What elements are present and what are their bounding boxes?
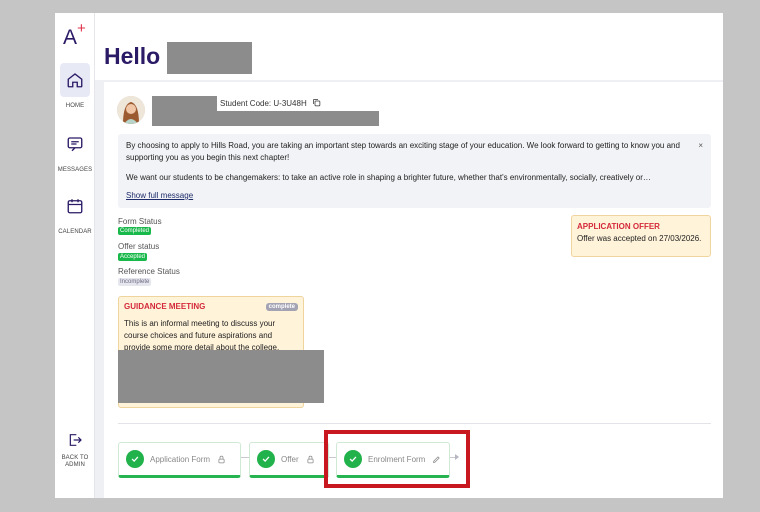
nav-back-label-1: BACK TO	[61, 455, 89, 461]
application-offer-card: APPLICATION OFFER Offer was accepted on …	[571, 215, 711, 257]
sidebar: A+ HOME MESSAGES CALENDAR BACK TO ADMIN	[55, 13, 95, 498]
nav-back-to-admin[interactable]: BACK TO ADMIN	[55, 428, 95, 468]
logout-icon	[60, 428, 90, 452]
nav-calendar[interactable]: CALENDAR	[55, 189, 95, 235]
nav-home[interactable]: HOME	[55, 63, 95, 109]
calendar-icon	[60, 189, 90, 223]
close-icon[interactable]: ×	[698, 141, 703, 150]
avatar	[117, 96, 145, 124]
lock-icon	[307, 455, 314, 463]
home-icon	[60, 63, 90, 97]
page-greeting: Hello	[104, 43, 161, 69]
redacted-student-details	[152, 111, 379, 126]
step-application-form[interactable]: Application Form	[118, 442, 241, 478]
divider	[118, 423, 711, 424]
welcome-message: By choosing to apply to Hills Road, you …	[118, 134, 711, 208]
form-status-badge: Completed	[118, 227, 152, 235]
offer-text: Offer was accepted on 27/03/2026.	[577, 234, 702, 243]
message-paragraph-2: We want our students to be changemakers:…	[126, 173, 651, 182]
app-window: A+ HOME MESSAGES CALENDAR BACK TO ADMIN	[55, 13, 723, 498]
step-label: Application Form	[150, 454, 211, 464]
reference-status-label: Reference Status	[118, 267, 180, 276]
redacted-guidance-details	[118, 350, 324, 403]
check-icon	[257, 450, 275, 468]
guidance-title: GUIDANCE MEETING	[124, 302, 206, 311]
message-icon	[60, 127, 90, 161]
show-full-message-link[interactable]: Show full message	[126, 191, 193, 200]
step-connector	[241, 457, 249, 458]
offer-status-badge: Accepted	[118, 253, 148, 261]
reference-status-badge: Incomplete	[118, 278, 152, 286]
nav-back-label-2: ADMIN	[65, 462, 85, 468]
student-code-row: Student Code: U-3U48H	[220, 98, 321, 108]
nav-messages[interactable]: MESSAGES	[55, 127, 95, 173]
nav-home-label: HOME	[65, 103, 85, 109]
copy-icon[interactable]	[312, 98, 321, 107]
redacted-student-name	[152, 96, 217, 111]
lock-icon	[218, 455, 225, 463]
offer-title: APPLICATION OFFER	[577, 222, 660, 231]
app-logo[interactable]: A+	[63, 20, 86, 50]
nav-calendar-label: CALENDAR	[58, 229, 92, 235]
nav-messages-label: MESSAGES	[57, 167, 93, 173]
form-status-label: Form Status	[118, 217, 162, 226]
student-code-label: Student Code: U-3U48H	[220, 99, 307, 108]
step-label: Offer	[281, 454, 299, 464]
guidance-status-badge: complete	[265, 303, 298, 311]
message-paragraph-1: By choosing to apply to Hills Road, you …	[126, 141, 680, 162]
annotation-highlight-box	[324, 430, 470, 488]
offer-status-label: Offer status	[118, 242, 160, 251]
step-offer[interactable]: Offer	[249, 442, 329, 478]
guidance-text: This is an informal meeting to discuss y…	[124, 319, 280, 352]
redacted-name	[167, 42, 252, 74]
check-icon	[126, 450, 144, 468]
